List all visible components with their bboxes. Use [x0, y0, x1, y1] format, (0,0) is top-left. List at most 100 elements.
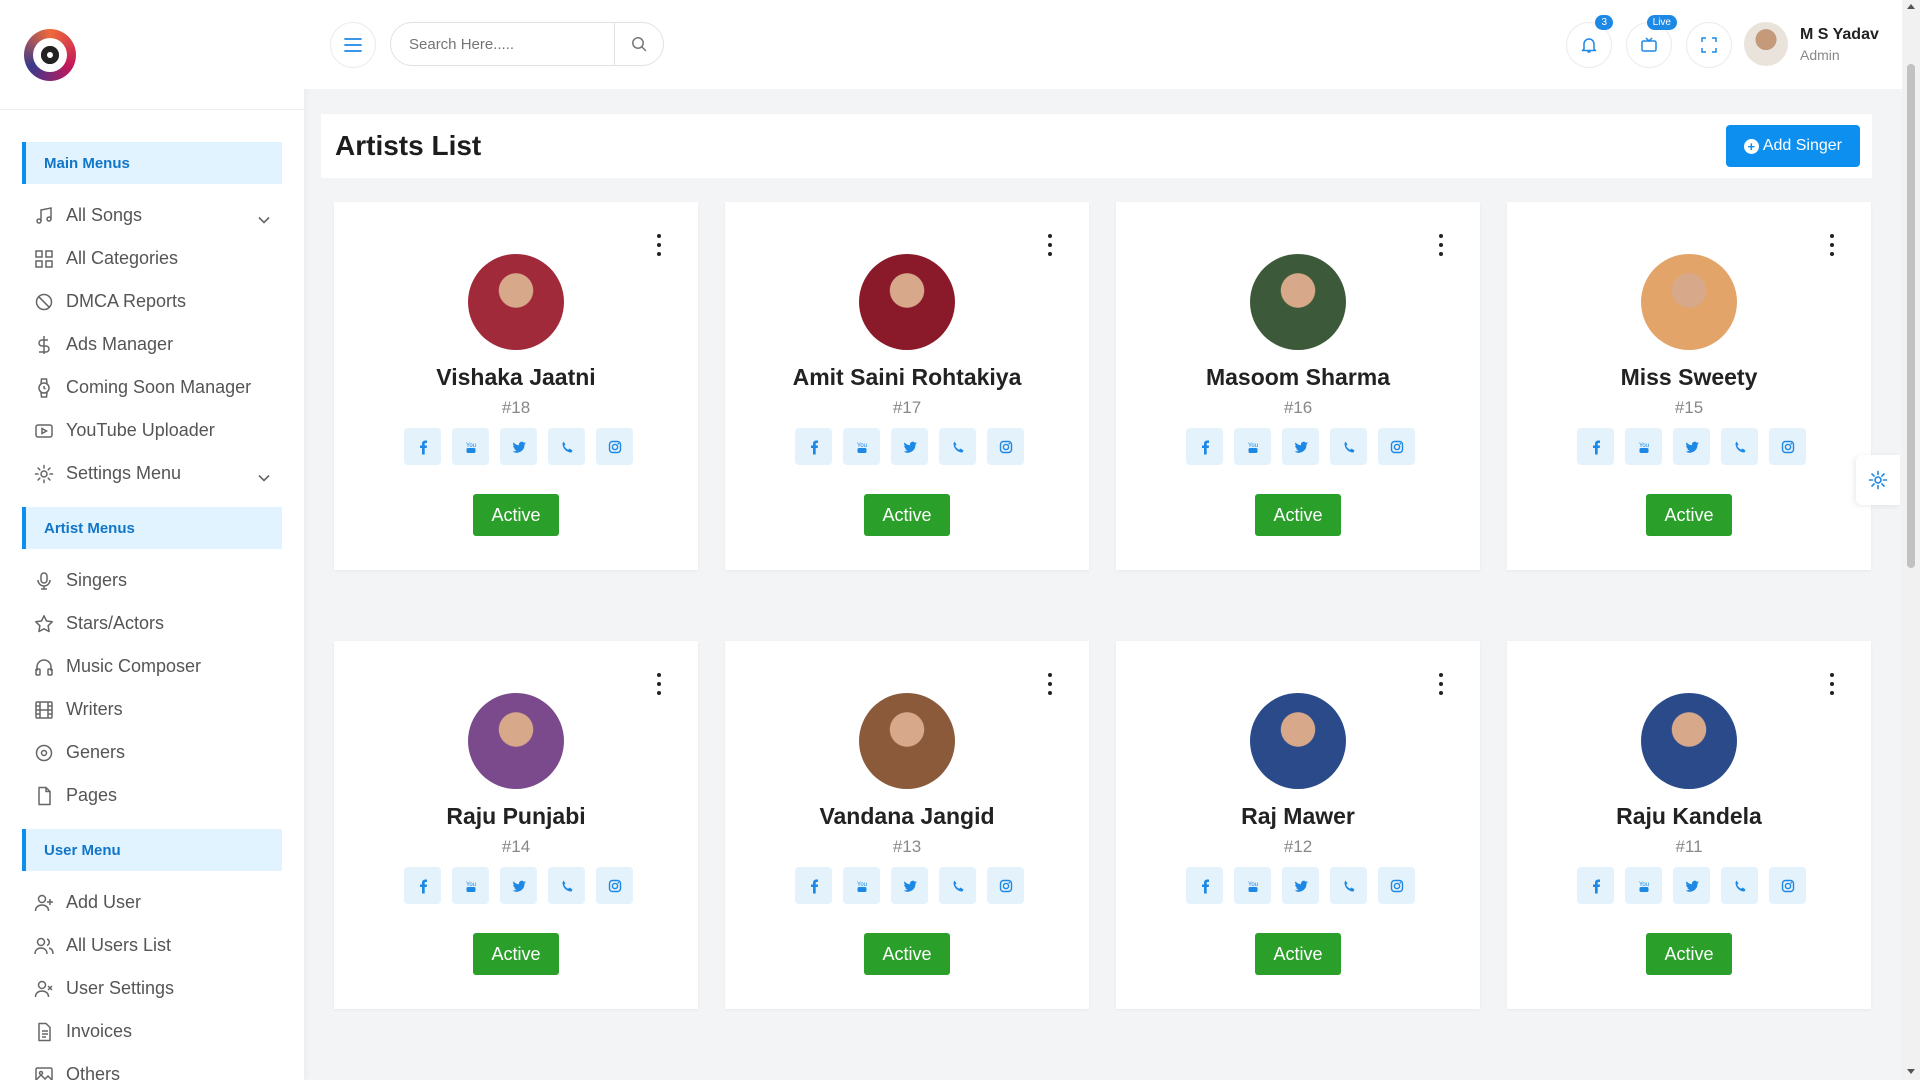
- more-options-icon[interactable]: [1047, 234, 1053, 256]
- phone-icon[interactable]: [939, 428, 976, 465]
- instagram-icon[interactable]: [1378, 428, 1415, 465]
- more-options-icon[interactable]: [656, 673, 662, 695]
- sidebar-item-singers[interactable]: Singers: [0, 559, 304, 602]
- instagram-icon[interactable]: [1769, 428, 1806, 465]
- sidebar-item-user-settings[interactable]: User Settings: [0, 967, 304, 1010]
- phone-icon[interactable]: [548, 867, 585, 904]
- invoice-icon: [34, 1022, 54, 1042]
- twitter-icon[interactable]: [1673, 867, 1710, 904]
- twitter-icon[interactable]: [500, 867, 537, 904]
- facebook-icon[interactable]: [1577, 428, 1614, 465]
- instagram-icon[interactable]: [987, 428, 1024, 465]
- facebook-icon[interactable]: [404, 867, 441, 904]
- search-button[interactable]: [615, 23, 663, 65]
- app-logo[interactable]: [24, 28, 76, 81]
- instagram-icon[interactable]: [1769, 867, 1806, 904]
- more-options-icon[interactable]: [1047, 673, 1053, 695]
- facebook-icon[interactable]: [404, 428, 441, 465]
- phone-icon[interactable]: [1330, 428, 1367, 465]
- sidebar-item-coming-soon-manager[interactable]: Coming Soon Manager: [0, 366, 304, 409]
- sidebar-item-all-categories[interactable]: All Categories: [0, 237, 304, 280]
- sidebar-item-settings-menu[interactable]: Settings Menu: [0, 452, 304, 495]
- more-options-icon[interactable]: [1829, 234, 1835, 256]
- sidebar-item-geners[interactable]: Geners: [0, 731, 304, 774]
- sidebar-item-pages[interactable]: Pages: [0, 774, 304, 817]
- search-icon: [632, 37, 647, 52]
- sidebar-item-stars-actors[interactable]: Stars/Actors: [0, 602, 304, 645]
- scroll-down-arrow[interactable]: [1907, 1069, 1915, 1074]
- menu-header-user: User Menu: [22, 829, 282, 871]
- more-options-icon[interactable]: [1438, 673, 1444, 695]
- sidebar-item-all-songs[interactable]: All Songs: [0, 194, 304, 237]
- phone-icon[interactable]: [1721, 867, 1758, 904]
- page-scrollbar[interactable]: [1902, 0, 1920, 1080]
- instagram-icon[interactable]: [596, 867, 633, 904]
- watch-icon: [34, 377, 54, 398]
- youtube-icon[interactable]: You: [1625, 867, 1662, 904]
- twitter-icon[interactable]: [500, 428, 537, 465]
- youtube-icon[interactable]: You: [1234, 867, 1271, 904]
- menu-toggle-button[interactable]: [330, 22, 376, 68]
- facebook-icon[interactable]: [1186, 867, 1223, 904]
- phone-icon[interactable]: [548, 428, 585, 465]
- tv-icon: [1641, 37, 1657, 52]
- status-button[interactable]: Active: [864, 494, 950, 536]
- facebook-icon[interactable]: [1186, 428, 1223, 465]
- instagram-icon[interactable]: [1378, 867, 1415, 904]
- artist-avatar: [859, 254, 955, 350]
- scroll-thumb[interactable]: [1907, 64, 1915, 568]
- more-options-icon[interactable]: [656, 234, 662, 256]
- facebook-icon[interactable]: [795, 867, 832, 904]
- more-options-icon[interactable]: [1438, 234, 1444, 256]
- scroll-up-arrow[interactable]: [1907, 4, 1915, 9]
- status-button[interactable]: Active: [864, 933, 950, 975]
- sidebar-item-ads-manager[interactable]: Ads Manager: [0, 323, 304, 366]
- sidebar-item-others[interactable]: Others: [0, 1053, 304, 1080]
- avatar: [1744, 22, 1788, 66]
- artist-name: Raju Punjabi: [446, 803, 586, 829]
- sidebar-item-dmca-reports[interactable]: DMCA Reports: [0, 280, 304, 323]
- add-singer-button[interactable]: + Add Singer: [1725, 125, 1860, 167]
- status-button[interactable]: Active: [1255, 933, 1341, 975]
- twitter-icon[interactable]: [891, 867, 928, 904]
- fullscreen-button[interactable]: [1686, 22, 1732, 68]
- sidebar-item-music-composer[interactable]: Music Composer: [0, 645, 304, 688]
- youtube-icon[interactable]: You: [843, 867, 880, 904]
- twitter-icon[interactable]: [1673, 428, 1710, 465]
- live-button[interactable]: Live: [1626, 15, 1677, 68]
- youtube-icon[interactable]: You: [1234, 428, 1271, 465]
- notifications-button[interactable]: 3: [1566, 15, 1613, 68]
- status-button[interactable]: Active: [1255, 494, 1341, 536]
- status-button[interactable]: Active: [1646, 494, 1732, 536]
- chevron-down-icon[interactable]: [258, 208, 270, 229]
- youtube-icon[interactable]: You: [1625, 428, 1662, 465]
- settings-float-button[interactable]: [1856, 455, 1900, 505]
- twitter-icon[interactable]: [891, 428, 928, 465]
- user-profile[interactable]: M S Yadav Admin: [1744, 22, 1879, 66]
- youtube-icon[interactable]: You: [843, 428, 880, 465]
- phone-icon[interactable]: [939, 867, 976, 904]
- sidebar-item-all-users-list[interactable]: All Users List: [0, 924, 304, 967]
- more-options-icon[interactable]: [1829, 673, 1835, 695]
- sidebar-item-add-user[interactable]: Add User: [0, 881, 304, 924]
- youtube-icon[interactable]: You: [452, 428, 489, 465]
- instagram-icon[interactable]: [987, 867, 1024, 904]
- phone-icon[interactable]: [1721, 428, 1758, 465]
- search-input[interactable]: [391, 23, 615, 65]
- artist-avatar: [468, 693, 564, 789]
- status-button[interactable]: Active: [473, 494, 559, 536]
- phone-icon[interactable]: [1330, 867, 1367, 904]
- twitter-icon[interactable]: [1282, 428, 1319, 465]
- status-button[interactable]: Active: [1646, 933, 1732, 975]
- sidebar-item-invoices[interactable]: Invoices: [0, 1010, 304, 1053]
- social-links: You: [1577, 428, 1806, 465]
- twitter-icon[interactable]: [1282, 867, 1319, 904]
- instagram-icon[interactable]: [596, 428, 633, 465]
- status-button[interactable]: Active: [473, 933, 559, 975]
- facebook-icon[interactable]: [795, 428, 832, 465]
- youtube-icon[interactable]: You: [452, 867, 489, 904]
- chevron-down-icon[interactable]: [258, 466, 270, 487]
- sidebar-item-writers[interactable]: Writers: [0, 688, 304, 731]
- facebook-icon[interactable]: [1577, 867, 1614, 904]
- sidebar-item-youtube-uploader[interactable]: YouTube Uploader: [0, 409, 304, 452]
